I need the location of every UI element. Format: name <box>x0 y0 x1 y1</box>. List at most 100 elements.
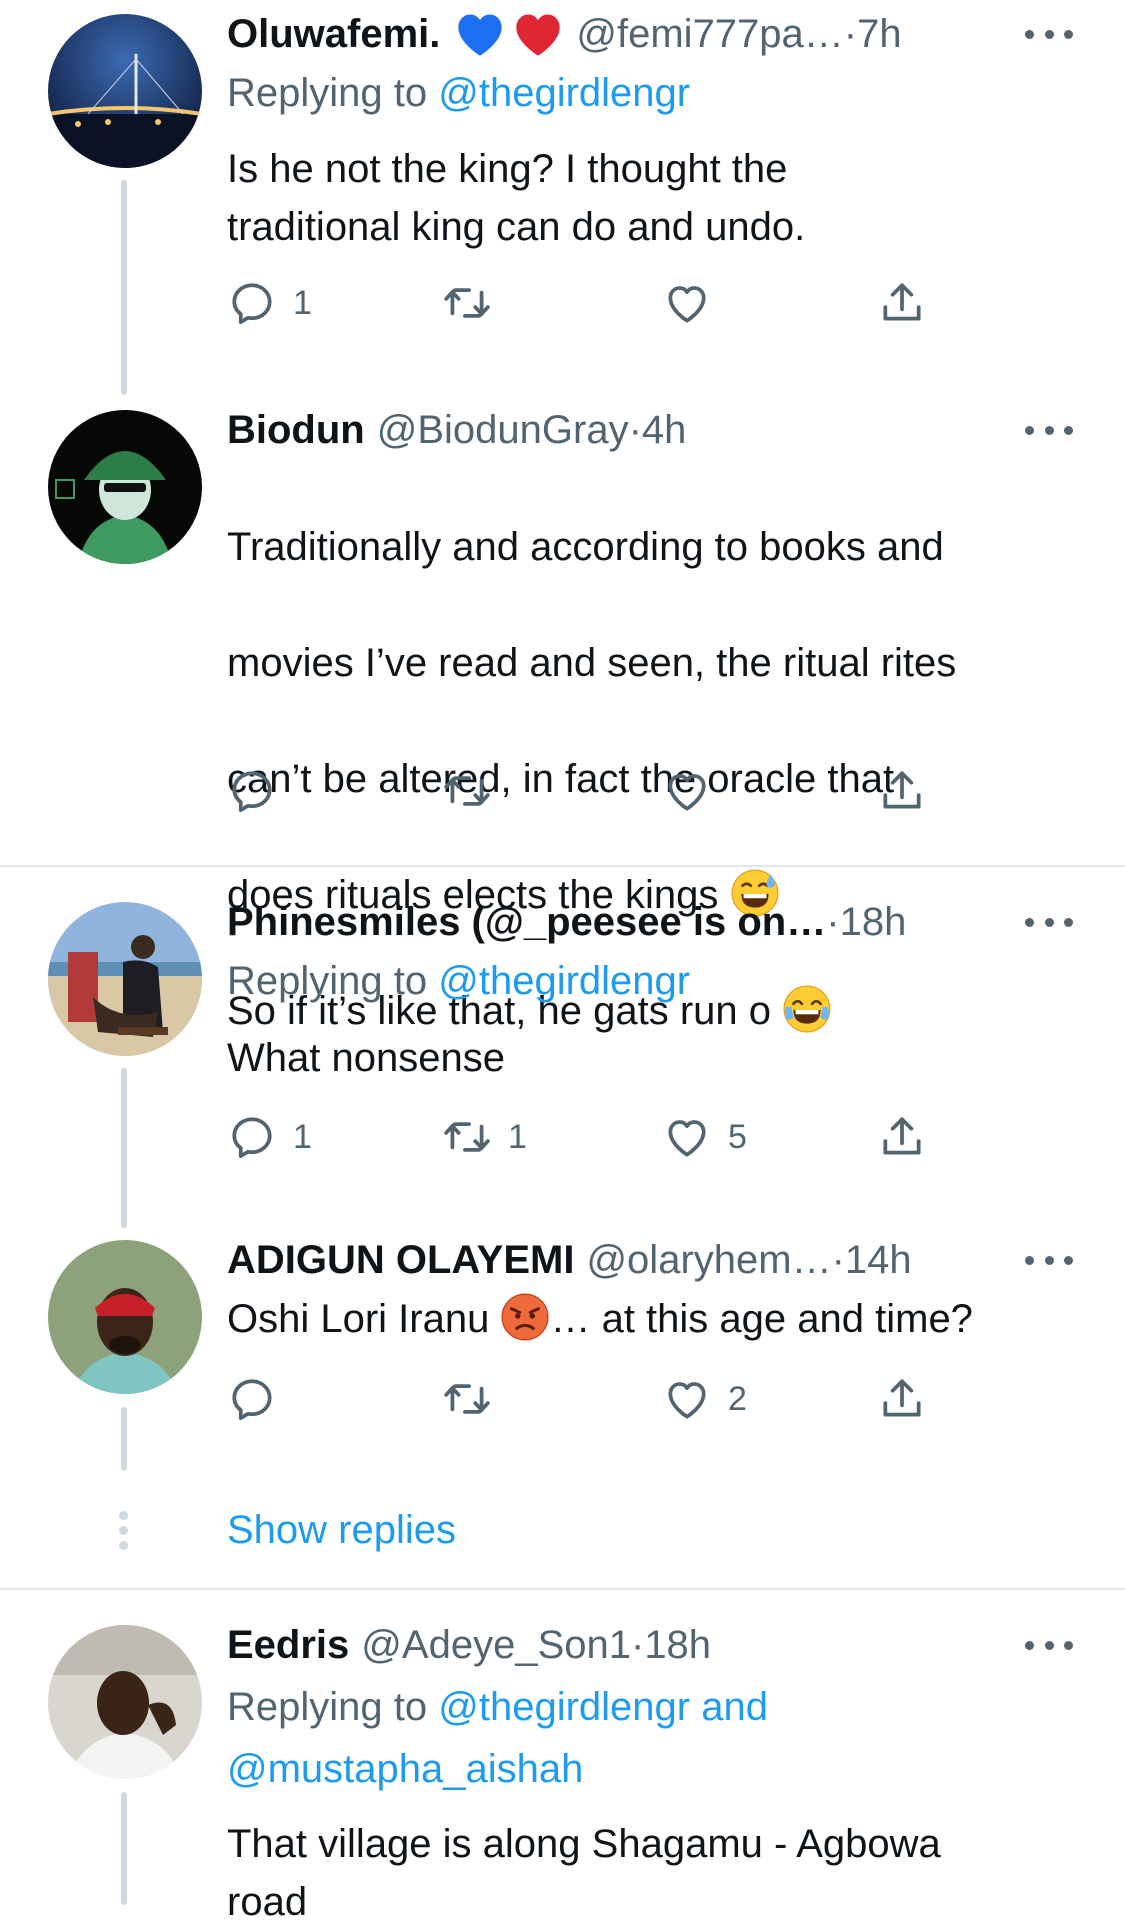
tears-of-joy-emoji <box>782 984 832 1034</box>
avatar[interactable] <box>48 14 202 168</box>
tweet-text-line: Traditionally and according to books and <box>227 525 944 569</box>
like-button[interactable] <box>662 273 728 333</box>
share-icon <box>877 278 927 328</box>
tweet-actions <box>227 761 947 821</box>
replying-to-label: Replying to <box>227 1685 439 1729</box>
display-name[interactable]: Phinesmiles (@_peesee is on… <box>227 894 826 950</box>
reply-count: 1 <box>293 1117 312 1156</box>
replying-to: Replying to @thegirdlengr and @mustapha_… <box>227 1676 768 1800</box>
timestamp[interactable]: 4h <box>642 402 687 458</box>
timestamp[interactable]: 7h <box>857 6 902 62</box>
display-name[interactable]: ADIGUN OLAYEMI <box>227 1232 574 1288</box>
thread-separator <box>0 865 1125 867</box>
share-icon <box>877 766 927 816</box>
replying-to-link[interactable]: @thegirdlengr <box>438 71 690 115</box>
retweet-button[interactable] <box>442 273 508 333</box>
share-button[interactable] <box>877 273 927 333</box>
user-handle[interactable]: @olaryhem… <box>586 1232 831 1288</box>
like-icon <box>662 1374 712 1424</box>
tweet-text-segment: … at this age and time? <box>550 1297 973 1341</box>
timestamp[interactable]: 14h <box>845 1232 912 1288</box>
angry-face-emoji <box>500 1292 550 1342</box>
like-icon <box>662 1112 712 1162</box>
timestamp[interactable]: 18h <box>840 894 907 950</box>
avatar-image-beach-group <box>48 902 202 1056</box>
replying-to: Replying to @thegirdlengr <box>227 952 690 1010</box>
reply-button[interactable] <box>227 1369 293 1429</box>
display-name[interactable]: Biodun <box>227 402 365 458</box>
thread-separator <box>0 1588 1125 1590</box>
retweet-count: 1 <box>508 1117 527 1156</box>
tweet-header: ADIGUN OLAYEMI @olaryhem… · 14h <box>227 1232 1065 1288</box>
separator-dot: · <box>843 12 858 56</box>
thread-line <box>121 180 127 395</box>
emoji-group <box>454 9 564 59</box>
user-handle[interactable]: @femi777pa… <box>576 6 843 62</box>
tweet-actions: 2 <box>227 1369 947 1429</box>
avatar[interactable] <box>48 1240 202 1394</box>
share-icon <box>877 1112 927 1162</box>
more-icon[interactable] <box>1025 1250 1073 1270</box>
retweet-button[interactable] <box>442 1369 508 1429</box>
avatar[interactable] <box>48 1625 202 1779</box>
share-button[interactable] <box>877 1107 927 1167</box>
like-button[interactable]: 5 <box>662 1107 747 1167</box>
like-icon <box>662 278 712 328</box>
tweet-header: Eedris @Adeye_Son1 · 18h <box>227 1617 1065 1673</box>
show-replies-link[interactable]: Show replies <box>227 1502 456 1558</box>
replying-to-link[interactable]: @thegirdlengr <box>438 959 690 1003</box>
avatar-image-figure-hat <box>48 410 202 564</box>
avatar[interactable] <box>48 902 202 1056</box>
reply-button[interactable]: 1 <box>227 273 312 333</box>
timestamp[interactable]: 18h <box>644 1617 711 1673</box>
reply-button[interactable]: 1 <box>227 1107 312 1167</box>
like-count: 5 <box>728 1117 747 1156</box>
separator-dot: · <box>630 1623 645 1667</box>
display-name[interactable]: Eedris <box>227 1617 349 1673</box>
separator-dot: · <box>831 1238 845 1282</box>
red-heart-emoji <box>516 14 561 56</box>
reply-button[interactable] <box>227 761 293 821</box>
share-icon <box>877 1374 927 1424</box>
tweet-header: Biodun @BiodunGray · 4h <box>227 402 1065 458</box>
reply-icon <box>227 1374 277 1424</box>
retweet-button[interactable] <box>442 761 508 821</box>
tweet-text-segment: Oshi Lori Iranu <box>227 1297 501 1341</box>
tweet-header: Phinesmiles (@_peesee is on… · 18h <box>227 894 1065 950</box>
more-icon[interactable] <box>1025 24 1073 44</box>
more-icon[interactable] <box>1025 912 1073 932</box>
tweet-text-line: movies I’ve read and seen, the ritual ri… <box>227 641 957 685</box>
separator-dot: · <box>826 900 840 944</box>
thread-line <box>121 1407 127 1471</box>
more-icon[interactable] <box>1025 1635 1073 1655</box>
more-replies-dots <box>119 1511 129 1556</box>
user-handle[interactable]: @BiodunGray <box>377 402 629 458</box>
thread-line <box>121 1068 127 1228</box>
retweet-icon <box>442 278 492 328</box>
display-name[interactable]: Oluwafemi. <box>227 6 440 62</box>
avatar-image-man-red-cap <box>48 1240 202 1394</box>
reply-count: 1 <box>293 283 312 322</box>
share-button[interactable] <box>877 1369 927 1429</box>
more-icon[interactable] <box>1025 420 1073 440</box>
retweet-icon <box>442 766 492 816</box>
tweet-header: Oluwafemi. @femi777pa… · 7h <box>227 6 1065 62</box>
avatar[interactable] <box>48 410 202 564</box>
tweet-actions: 1 1 5 <box>227 1107 947 1167</box>
tweet-text: Is he not the king? I thought the tradit… <box>227 147 806 249</box>
like-button[interactable]: 2 <box>662 1369 747 1429</box>
retweet-icon <box>442 1112 492 1162</box>
retweet-button[interactable]: 1 <box>442 1107 527 1167</box>
like-button[interactable] <box>662 761 728 821</box>
share-button[interactable] <box>877 761 927 821</box>
reply-icon <box>227 766 277 816</box>
retweet-icon <box>442 1374 492 1424</box>
tweet-actions: 1 <box>227 273 947 333</box>
tweet-text: That village is along Shagamu - Agbowa r… <box>227 1822 941 1924</box>
like-count: 2 <box>728 1379 747 1418</box>
like-icon <box>662 766 712 816</box>
reply-icon <box>227 278 277 328</box>
replying-to-label: Replying to <box>227 71 439 115</box>
avatar-image-bridge-night <box>48 14 202 168</box>
user-handle[interactable]: @Adeye_Son1 <box>361 1617 631 1673</box>
